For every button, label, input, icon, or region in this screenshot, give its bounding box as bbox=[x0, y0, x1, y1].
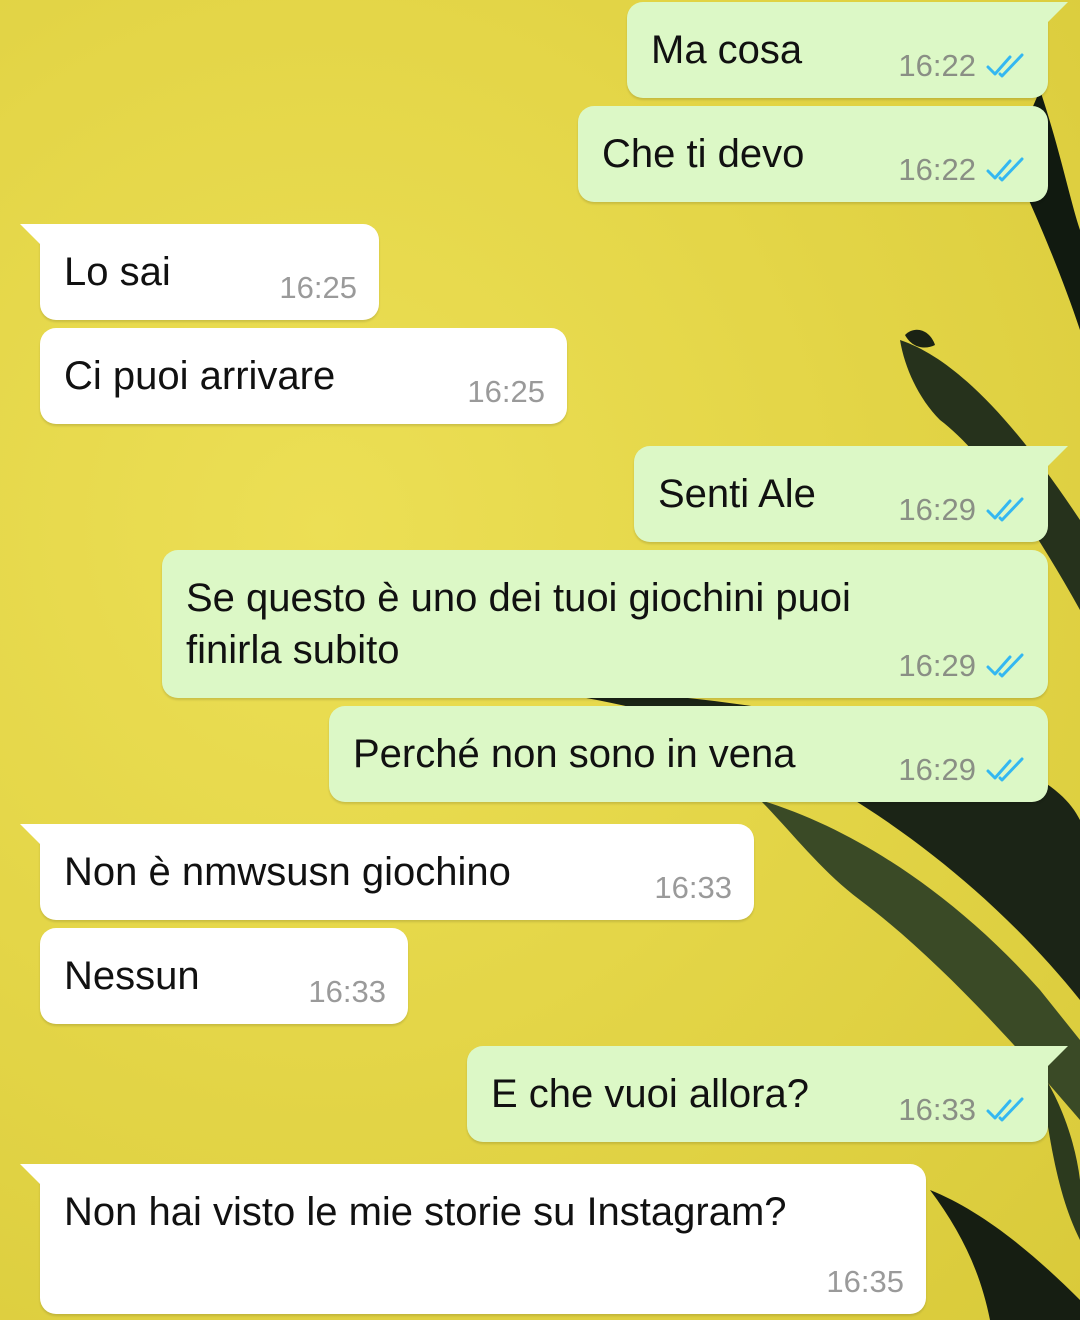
double-check-read-icon bbox=[986, 757, 1024, 782]
outgoing-message-bubble[interactable]: Ma cosa 16:22 bbox=[627, 2, 1068, 98]
message-text: Senti Ale bbox=[658, 472, 816, 516]
message-text: Nessun bbox=[64, 954, 200, 998]
double-check-read-icon bbox=[986, 497, 1024, 522]
message-text: E che vuoi allora? bbox=[491, 1072, 809, 1116]
message-timestamp: 16:22 bbox=[898, 152, 976, 187]
message-meta: 16:29 bbox=[898, 752, 1026, 788]
message-meta: 16:33 bbox=[898, 1092, 1026, 1128]
message-timestamp: 16:25 bbox=[279, 270, 357, 305]
message-timestamp: 16:29 bbox=[898, 648, 976, 683]
message-meta: 16:22 bbox=[898, 48, 1026, 84]
message-timestamp: 16:29 bbox=[898, 752, 976, 787]
incoming-message-bubble[interactable]: Ci puoi arrivare 16:25 bbox=[40, 328, 567, 424]
outgoing-message-bubble[interactable]: Se questo è uno dei tuoi giochini puoi f… bbox=[162, 550, 1048, 698]
message-timestamp: 16:25 bbox=[467, 374, 545, 409]
message-timestamp: 16:29 bbox=[898, 492, 976, 527]
double-check-read-icon bbox=[986, 1097, 1024, 1122]
message-text: Lo sai bbox=[64, 250, 171, 294]
message-text: Non hai visto le mie storie su Instagram… bbox=[64, 1190, 787, 1234]
message-meta: 16:22 bbox=[898, 152, 1026, 188]
chat-message-list[interactable]: Ma cosa 16:22 Che ti devo 16:22 Lo sai 16:25 C… bbox=[0, 0, 1080, 1320]
message-text: Ma cosa bbox=[651, 28, 803, 72]
double-check-read-icon bbox=[986, 653, 1024, 678]
double-check-read-icon bbox=[986, 157, 1024, 182]
incoming-message-bubble[interactable]: Nessun 16:33 bbox=[40, 928, 408, 1024]
outgoing-message-bubble[interactable]: Senti Ale 16:29 bbox=[634, 446, 1068, 542]
message-text: Perché non sono in vena bbox=[353, 732, 796, 776]
outgoing-message-bubble[interactable]: E che vuoi allora? 16:33 bbox=[467, 1046, 1068, 1142]
message-meta: 16:25 bbox=[467, 374, 545, 410]
message-text: Ci puoi arrivare bbox=[64, 354, 336, 398]
message-meta: 16:33 bbox=[654, 870, 732, 906]
incoming-message-bubble[interactable]: Non hai visto le mie storie su Instagram… bbox=[20, 1164, 926, 1314]
message-timestamp: 16:33 bbox=[308, 974, 386, 1009]
message-text: Se questo è uno dei tuoi giochini puoi f… bbox=[186, 576, 851, 672]
outgoing-message-bubble[interactable]: Che ti devo 16:22 bbox=[578, 106, 1048, 202]
double-check-read-icon bbox=[986, 53, 1024, 78]
message-timestamp: 16:33 bbox=[654, 870, 732, 905]
message-timestamp: 16:33 bbox=[898, 1092, 976, 1127]
incoming-message-bubble[interactable]: Lo sai 16:25 bbox=[20, 224, 379, 320]
message-text: Che ti devo bbox=[602, 132, 805, 176]
message-meta: 16:33 bbox=[308, 974, 386, 1010]
message-timestamp: 16:22 bbox=[898, 48, 976, 83]
outgoing-message-bubble[interactable]: Perché non sono in vena 16:29 bbox=[329, 706, 1048, 802]
message-text: Non è nmwsusn giochino bbox=[64, 850, 511, 894]
message-meta: 16:25 bbox=[279, 270, 357, 306]
message-timestamp: 16:35 bbox=[826, 1264, 904, 1299]
message-meta: 16:29 bbox=[898, 648, 1026, 684]
incoming-message-bubble[interactable]: Non è nmwsusn giochino 16:33 bbox=[20, 824, 754, 920]
message-meta: 16:29 bbox=[898, 492, 1026, 528]
message-meta: 16:35 bbox=[826, 1264, 904, 1300]
